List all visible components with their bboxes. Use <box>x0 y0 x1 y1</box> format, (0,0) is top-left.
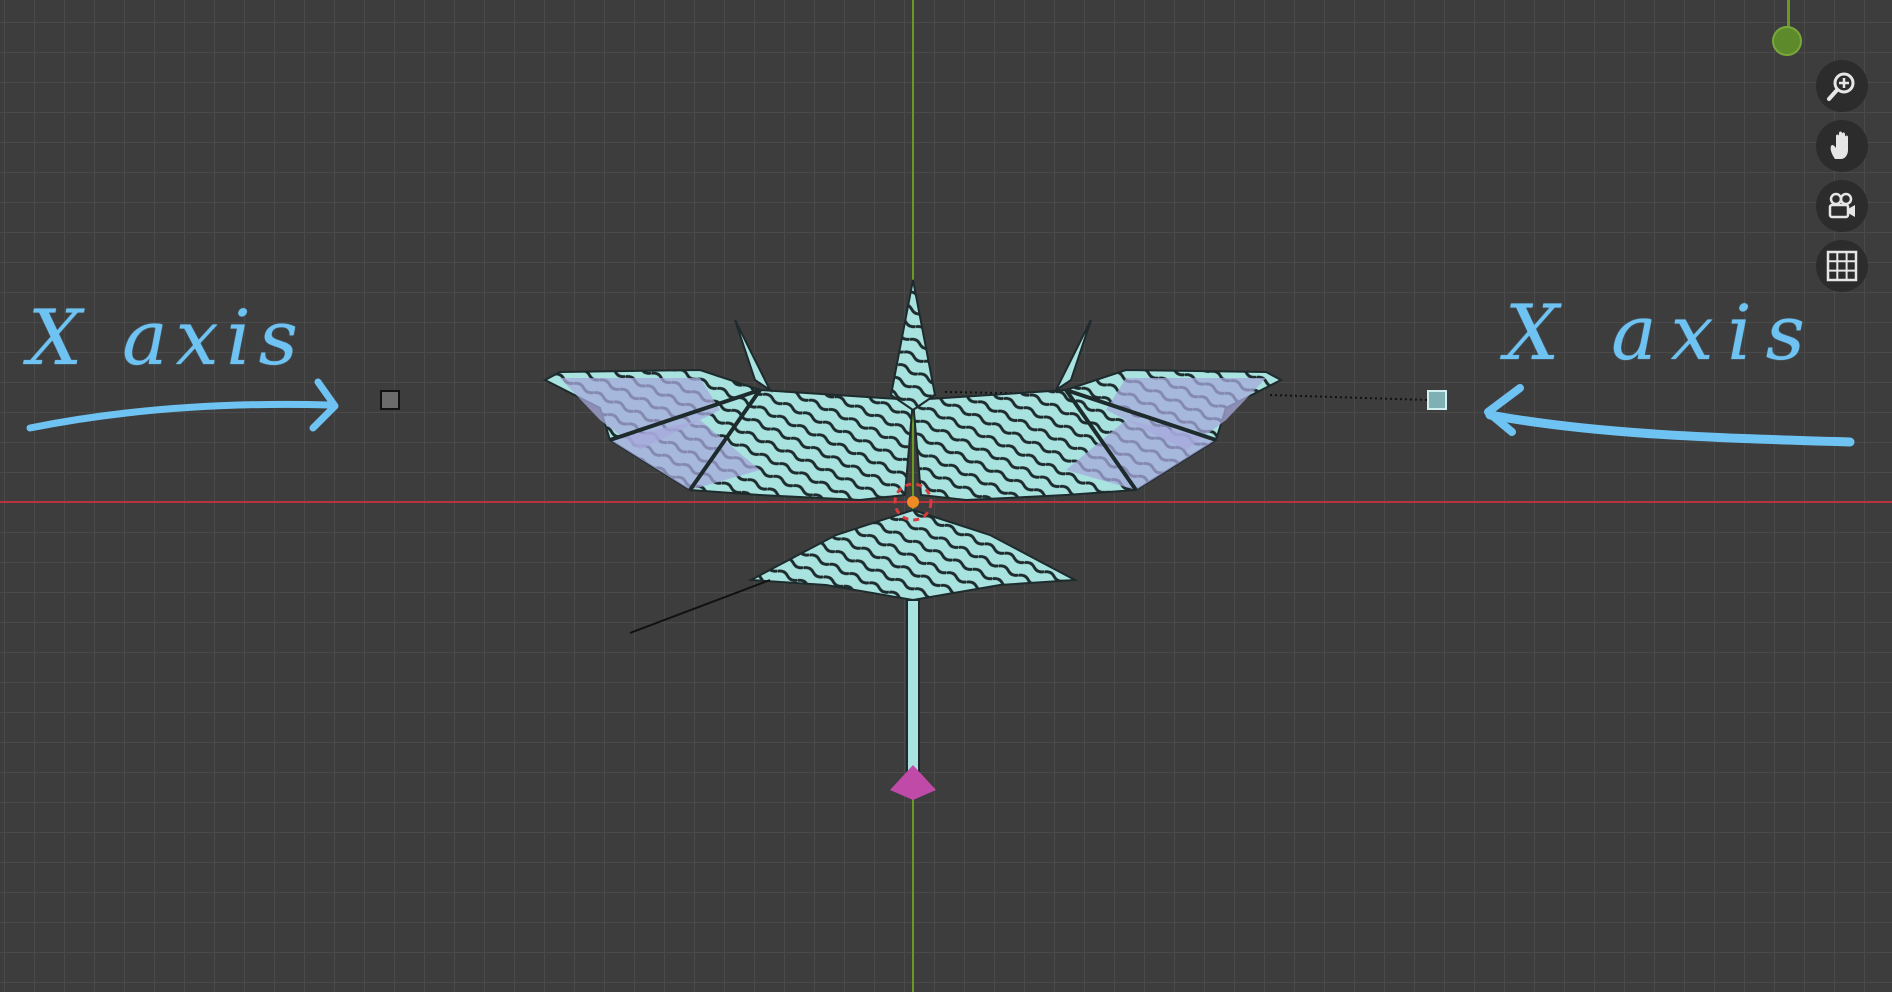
left-horn <box>734 319 773 393</box>
bone-line <box>629 579 771 634</box>
zoom-in-icon <box>1827 72 1855 101</box>
zoom-button[interactable] <box>1816 60 1868 112</box>
tail <box>906 599 920 776</box>
hand-icon <box>1830 131 1848 159</box>
right-horn <box>1053 319 1092 393</box>
object-origin <box>907 496 919 508</box>
ortho-toggle-button[interactable] <box>1816 240 1868 292</box>
camera-view-button[interactable] <box>1816 180 1868 232</box>
camera-icon <box>1828 192 1855 219</box>
nav-gizmo-y-handle[interactable] <box>1772 26 1802 56</box>
grid-icon <box>1826 250 1858 282</box>
creature-model[interactable] <box>0 0 1892 992</box>
pan-button[interactable] <box>1816 120 1868 172</box>
3d-viewport[interactable]: X axis X axis <box>0 0 1892 992</box>
nav-gizmo-y-axis <box>1787 0 1790 28</box>
head-crest <box>889 279 937 412</box>
lower-body <box>747 508 1079 602</box>
tail-tip <box>890 765 936 800</box>
